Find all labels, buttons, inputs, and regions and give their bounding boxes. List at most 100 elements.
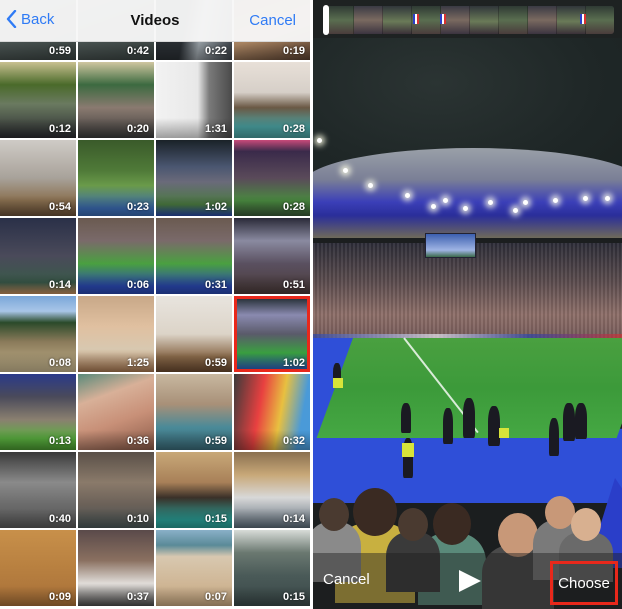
play-icon[interactable]	[457, 569, 483, 593]
preview-cancel-button[interactable]: Cancel	[323, 571, 370, 588]
flag-in-frame	[440, 14, 446, 24]
person-figure	[563, 403, 575, 441]
video-thumbnail[interactable]: 0:14	[234, 452, 310, 528]
floodlight	[553, 198, 558, 203]
video-preview-panel: Cancel Choose	[313, 0, 622, 609]
trim-scrubber[interactable]	[313, 0, 622, 38]
video-duration: 0:13	[48, 435, 71, 447]
video-duration: 0:08	[48, 357, 71, 369]
video-thumbnail[interactable]: 0:14	[0, 218, 76, 294]
person-figure	[443, 408, 453, 444]
video-thumbnail[interactable]: 1:31	[156, 62, 232, 138]
safety-vest	[499, 428, 509, 438]
person-figure	[463, 398, 475, 438]
choose-button[interactable]: Choose	[550, 561, 618, 605]
navigation-bar: Back Videos Cancel	[0, 0, 310, 42]
video-thumbnail[interactable]: 0:32	[234, 374, 310, 450]
video-duration: 0:14	[48, 279, 71, 291]
spectator-head	[319, 498, 349, 531]
video-thumbnail[interactable]: 0:12	[0, 62, 76, 138]
floodlight	[317, 138, 322, 143]
video-duration: 0:51	[282, 279, 305, 291]
video-duration: 0:37	[126, 591, 149, 603]
video-thumbnail[interactable]: 0:28	[234, 62, 310, 138]
video-thumbnail-selected[interactable]: 1:02	[234, 296, 310, 372]
floodlight	[431, 204, 436, 209]
video-duration: 0:20	[126, 123, 149, 135]
spectator-head	[398, 508, 428, 541]
video-duration: 0:22	[204, 45, 227, 57]
flag-in-frame	[580, 14, 586, 24]
video-thumbnail[interactable]: 0:20	[78, 62, 154, 138]
filmstrip-frame	[470, 6, 499, 34]
cancel-button[interactable]: Cancel	[249, 12, 296, 29]
floodlight	[405, 193, 410, 198]
video-thumbnail[interactable]: 0:07	[156, 530, 232, 606]
video-thumbnail[interactable]: 0:13	[0, 374, 76, 450]
back-button[interactable]: Back	[6, 10, 54, 28]
video-picker-panel: Back Videos Cancel 0:59 0:42 0:22 0:19 0:12 0…	[0, 0, 310, 609]
video-duration: 0:10	[126, 513, 149, 525]
video-duration: 0:28	[282, 123, 305, 135]
video-duration: 0:28	[282, 201, 305, 213]
jumbotron-screen	[425, 233, 476, 258]
video-thumbnail[interactable]: 0:08	[0, 296, 76, 372]
filmstrip-frame	[586, 6, 614, 34]
video-thumbnail[interactable]: 0:10	[78, 452, 154, 528]
filmstrip-frame	[528, 6, 557, 34]
person-figure	[549, 418, 559, 456]
video-thumbnail[interactable]: 0:37	[78, 530, 154, 606]
video-thumbnail[interactable]: 0:28	[234, 140, 310, 216]
stadium-roof	[313, 148, 622, 238]
filmstrip[interactable]	[325, 6, 614, 34]
floodlight	[513, 208, 518, 213]
video-duration: 0:06	[126, 279, 149, 291]
video-duration: 0:59	[204, 435, 227, 447]
video-duration: 0:07	[204, 591, 227, 603]
video-thumbnail[interactable]: 1:25	[78, 296, 154, 372]
video-thumbnail[interactable]: 0:51	[234, 218, 310, 294]
filmstrip-frame	[354, 6, 383, 34]
video-duration: 0:54	[48, 201, 71, 213]
video-thumbnail[interactable]: 0:59	[156, 296, 232, 372]
floodlight	[343, 168, 348, 173]
video-thumbnail[interactable]: 0:09	[0, 530, 76, 606]
video-thumbnail[interactable]: 0:15	[234, 530, 310, 606]
video-thumbnail[interactable]: 1:02	[156, 140, 232, 216]
video-duration: 0:36	[126, 435, 149, 447]
person-figure	[488, 406, 500, 446]
floodlight	[368, 183, 373, 188]
video-duration: 0:32	[282, 435, 305, 447]
video-grid: 0:59 0:42 0:22 0:19 0:12 0:20 1:31 0:28 0:54 0:23…	[0, 0, 310, 606]
video-thumbnail[interactable]: 0:59	[156, 374, 232, 450]
preview-toolbar: Cancel Choose	[313, 553, 622, 609]
spectator-head	[498, 513, 538, 557]
video-duration: 0:59	[48, 45, 71, 57]
video-duration: 0:14	[282, 513, 305, 525]
video-duration: 0:15	[204, 513, 227, 525]
spectator-head	[571, 508, 601, 541]
video-thumbnail[interactable]: 0:31	[156, 218, 232, 294]
safety-vest	[402, 443, 414, 457]
spectator-head	[433, 503, 471, 545]
floodlight	[488, 200, 493, 205]
video-thumbnail[interactable]: 0:15	[156, 452, 232, 528]
chevron-left-icon	[6, 10, 17, 28]
video-thumbnail[interactable]: 0:06	[78, 218, 154, 294]
video-thumbnail[interactable]: 0:36	[78, 374, 154, 450]
video-duration: 1:02	[204, 201, 227, 213]
floodlight	[605, 196, 610, 201]
floodlight	[523, 200, 528, 205]
video-thumbnail[interactable]: 0:23	[78, 140, 154, 216]
video-thumbnail[interactable]: 0:40	[0, 452, 76, 528]
video-duration: 0:59	[204, 357, 227, 369]
video-duration: 0:12	[48, 123, 71, 135]
floodlight	[583, 196, 588, 201]
person-figure	[401, 403, 411, 433]
playhead-handle[interactable]	[323, 5, 329, 35]
video-duration: 0:19	[282, 45, 305, 57]
video-duration: 0:23	[126, 201, 149, 213]
filmstrip-frame	[499, 6, 528, 34]
video-thumbnail[interactable]: 0:54	[0, 140, 76, 216]
video-duration: 1:31	[204, 123, 227, 135]
